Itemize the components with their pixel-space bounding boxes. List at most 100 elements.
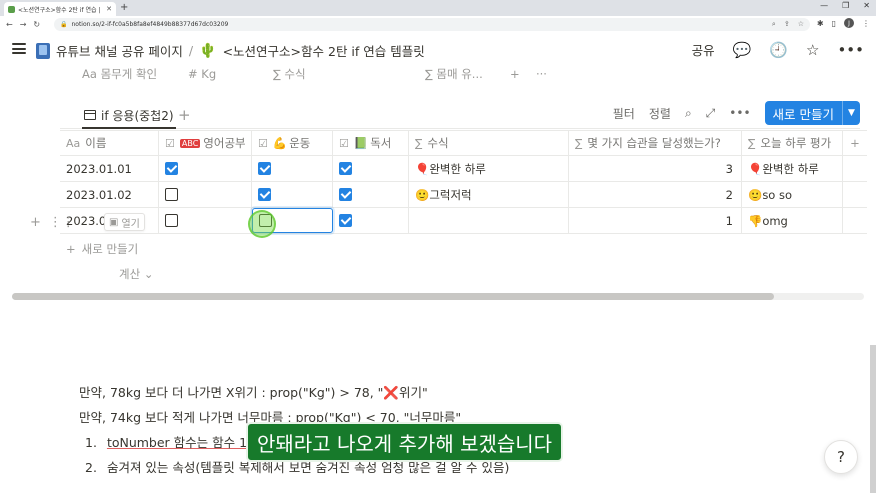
new-tab-icon[interactable]: +: [120, 2, 128, 14]
horizontal-scrollbar[interactable]: [12, 293, 864, 300]
favorite-star-icon[interactable]: ☆: [806, 41, 819, 59]
previous-table-header: Aa 몸무게 확인 # Kg ∑ 수식 ∑ 몸매 유... + ···: [82, 66, 547, 82]
sidebar-toggle-icon[interactable]: [12, 43, 26, 54]
checkbox-reading[interactable]: [339, 162, 352, 175]
profile-avatar[interactable]: J: [844, 18, 854, 28]
extensions-icon[interactable]: ✱: [817, 19, 824, 28]
new-button[interactable]: 새로 만들기 ▼: [764, 101, 860, 125]
cactus-icon: 🌵: [199, 42, 217, 59]
sort-button[interactable]: 정렬: [649, 105, 671, 122]
comment-icon[interactable]: 💬: [733, 41, 752, 59]
back-icon[interactable]: ←: [6, 20, 13, 29]
muscle-icon: 💪: [272, 136, 288, 150]
breadcrumb-parent[interactable]: 유튜브 채널 공유 페이지: [56, 41, 183, 60]
abc-icon: ABC: [179, 138, 201, 148]
checkbox-english[interactable]: [165, 214, 178, 227]
cell-english: [159, 156, 252, 181]
checkbox-exercise[interactable]: [258, 162, 271, 175]
window-controls: — ❐ ✕: [820, 1, 870, 10]
new-button-label: 새로 만들기: [772, 106, 834, 122]
column-header-exercise[interactable]: ☑ 💪 운동: [252, 131, 333, 155]
close-tab-icon[interactable]: ✕: [106, 5, 112, 13]
nav-buttons: ← → ↻: [0, 20, 52, 29]
expand-icon[interactable]: ⤢: [706, 106, 716, 121]
prev-add-column-icon[interactable]: +: [510, 66, 536, 82]
row-name[interactable]: 2023.01.01: [60, 156, 159, 181]
column-label: 수식: [427, 136, 449, 150]
column-label: 오늘 하루 평가: [760, 136, 832, 150]
cell-exercise: [252, 182, 333, 207]
calculate-button[interactable]: 계산 ⌄: [119, 266, 153, 282]
column-label: 운동: [289, 136, 311, 150]
chevron-down-icon: ⌄: [143, 267, 154, 281]
restore-icon[interactable]: ❐: [842, 1, 849, 10]
column-label: 이름: [85, 136, 107, 150]
add-column-icon[interactable]: +: [843, 131, 867, 155]
tab-view-if-nested2[interactable]: if 응용(중첩2): [82, 103, 176, 129]
checkbox-prop-icon: ☑: [339, 136, 349, 150]
scrollbar-thumb[interactable]: [12, 293, 774, 300]
checkbox-english[interactable]: [165, 162, 178, 175]
address-bar-row: ← → ↻ 🔒 notion.so/2-if-fc0a5b8fa8ef4849b…: [0, 16, 876, 33]
cell-reading: [333, 182, 409, 207]
minimize-icon[interactable]: —: [820, 1, 828, 10]
column-header-rating[interactable]: ∑ 오늘 하루 평가: [742, 131, 843, 155]
column-header-name[interactable]: Aa 이름: [60, 131, 159, 155]
checkbox-reading[interactable]: [339, 188, 352, 201]
add-row-button[interactable]: + 새로 만들기: [66, 241, 138, 257]
search-icon[interactable]: ⌕: [685, 106, 692, 121]
sidebar-icon[interactable]: ▯: [832, 19, 836, 28]
tab-title: <노션연구소>함수 2탄 if 연습 |: [18, 6, 101, 14]
url-field[interactable]: 🔒 notion.so/2-if-fc0a5b8fa8ef4849b88377d…: [54, 18, 810, 31]
column-header-reading[interactable]: ☑ 📗 독서: [333, 131, 409, 155]
open-label: 열기: [121, 218, 140, 230]
history-clock-icon[interactable]: 🕘: [769, 41, 788, 59]
prev-more-icon[interactable]: ···: [536, 66, 547, 82]
topbar-actions: 공유 💬 🕘 ☆ •••: [692, 40, 864, 59]
chevron-down-icon[interactable]: ▼: [842, 101, 860, 125]
table-row[interactable]: 2023.01.02 🙂그럭저럭 2 🙂so so: [60, 182, 867, 208]
open-row-button[interactable]: ▣ 열기: [104, 213, 145, 231]
bookmark-star-icon[interactable]: ☆: [798, 20, 804, 29]
reload-icon[interactable]: ↻: [33, 20, 40, 29]
close-window-icon[interactable]: ✕: [863, 1, 870, 10]
breadcrumb-separator: /: [188, 43, 194, 58]
column-header-english[interactable]: ☑ ABC 영어공부: [159, 131, 252, 155]
table-row[interactable]: 2023.01.01 🎈완벽한 하루 3 🎈완벽한 하루: [60, 156, 867, 182]
column-header-habit-count[interactable]: ∑ 몇 가지 습관을 달성했는가?: [569, 131, 742, 155]
breadcrumb-current[interactable]: <노션연구소>함수 2탄 if 연습 템플릿: [223, 41, 425, 60]
column-header-formula[interactable]: ∑ 수식: [409, 131, 569, 155]
column-label: 몇 가지 습관을 달성했는가?: [587, 136, 721, 150]
prev-col-formula: ∑ 수식: [273, 67, 306, 81]
checkbox-exercise[interactable]: [258, 188, 271, 201]
row-name[interactable]: 2023.01.02: [60, 182, 159, 207]
body-line-1: 만약, 78kg 보다 더 나가면 X위기 : prop("Kg") > 78,…: [79, 385, 428, 400]
more-icon[interactable]: •••: [837, 41, 864, 59]
list-number: 2.: [85, 460, 97, 475]
table-row[interactable]: 2023.01 1 👎omg: [60, 208, 867, 234]
help-button[interactable]: ?: [824, 440, 858, 474]
favicon-icon: [8, 5, 15, 13]
add-view-icon[interactable]: +: [178, 106, 191, 124]
vertical-scrollbar[interactable]: [870, 345, 876, 493]
cell-formula: [409, 208, 569, 233]
cell-habit-count: 2: [569, 182, 742, 207]
zoom-icon[interactable]: ⌕: [772, 20, 776, 29]
filter-button[interactable]: 필터: [613, 105, 635, 122]
view-more-icon[interactable]: •••: [729, 106, 750, 120]
share-page-icon[interactable]: ⇪: [784, 20, 790, 29]
checkbox-reading[interactable]: [339, 214, 352, 227]
forward-icon[interactable]: →: [20, 20, 27, 29]
menu-icon[interactable]: ⋮: [862, 19, 870, 28]
drag-handle-icon[interactable]: ⋮⋮: [49, 215, 75, 230]
list-text: toNumber 함수는 함수 1탄: [106, 435, 259, 450]
browser-tab[interactable]: <노션연구소>함수 2탄 if 연습 | ✕: [4, 2, 116, 16]
cell-rating: 🙂so so: [742, 182, 843, 207]
column-label: 영어공부: [203, 136, 246, 150]
cell-english: [159, 208, 252, 233]
column-label: 독서: [370, 136, 392, 150]
share-button[interactable]: 공유: [692, 40, 715, 59]
checkbox-english[interactable]: [165, 188, 178, 201]
browser-chrome: <노션연구소>함수 2탄 if 연습 | ✕ + — ❐ ✕ ← → ↻ 🔒 n…: [0, 0, 876, 33]
add-row-icon[interactable]: +: [30, 215, 41, 230]
